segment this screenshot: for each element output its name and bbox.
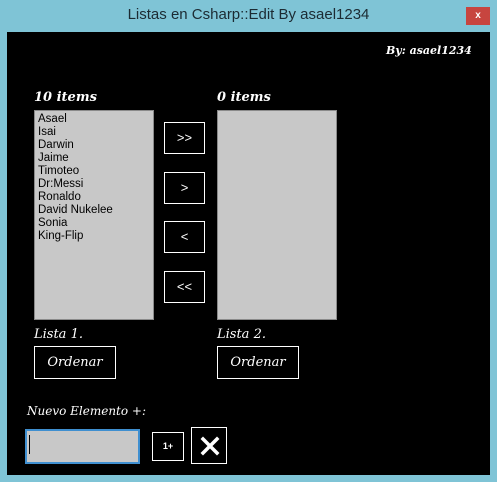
- list1-count-label: 10 items: [34, 90, 97, 105]
- list-item[interactable]: Timoteo: [38, 165, 150, 178]
- list-item[interactable]: Sonia: [38, 217, 150, 230]
- new-item-input[interactable]: [25, 429, 140, 464]
- list-item[interactable]: David Nukelee: [38, 204, 150, 217]
- x-mark-icon: [200, 436, 220, 456]
- list1-caption: Lista 1.: [34, 327, 83, 342]
- list-item[interactable]: Ronaldo: [38, 191, 150, 204]
- move-one-right-button[interactable]: >: [164, 172, 205, 204]
- list2-caption: Lista 2.: [217, 327, 266, 342]
- move-all-right-button[interactable]: >>: [164, 122, 205, 154]
- list-item[interactable]: King-Flip: [38, 230, 150, 243]
- list2-count-label: 0 items: [217, 90, 271, 105]
- close-button[interactable]: x: [466, 7, 490, 25]
- new-item-label: Nuevo Elemento +:: [27, 404, 147, 418]
- list-item[interactable]: Jaime: [38, 152, 150, 165]
- title-bar[interactable]: Listas en Csharp::Edit By asael1234 x: [0, 0, 497, 32]
- list2-listbox[interactable]: [217, 110, 337, 320]
- list1-listbox[interactable]: Asael Isai Darwin Jaime Timoteo Dr:Messi…: [34, 110, 154, 320]
- sort-list1-button[interactable]: Ordenar: [34, 346, 116, 379]
- author-label: By: asael1234: [386, 44, 472, 57]
- sort-list2-button[interactable]: Ordenar: [217, 346, 299, 379]
- text-caret: [29, 435, 30, 454]
- move-all-left-button[interactable]: <<: [164, 271, 205, 303]
- list-item[interactable]: Dr:Messi: [38, 178, 150, 191]
- list-item[interactable]: Isai: [38, 126, 150, 139]
- app-window: Listas en Csharp::Edit By asael1234 x By…: [0, 0, 497, 482]
- move-one-left-button[interactable]: <: [164, 221, 205, 253]
- delete-item-button[interactable]: [191, 427, 227, 464]
- add-item-button[interactable]: 1+: [152, 432, 184, 461]
- list-item[interactable]: Darwin: [38, 139, 150, 152]
- list-item[interactable]: Asael: [38, 113, 150, 126]
- window-title: Listas en Csharp::Edit By asael1234: [127, 6, 370, 23]
